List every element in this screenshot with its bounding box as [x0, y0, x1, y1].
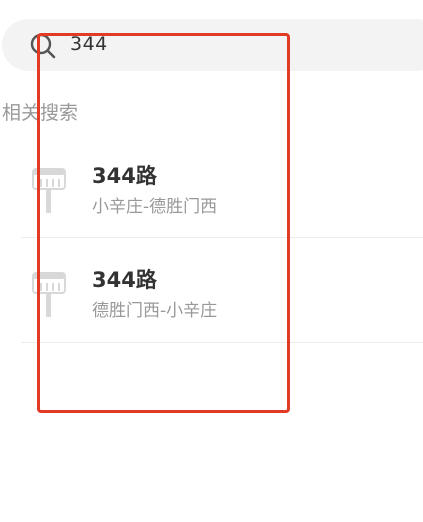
bus-stop-icon	[32, 272, 66, 317]
item-subtitle: 德胜门西-小辛庄	[92, 301, 218, 321]
bus-stop-icon	[32, 168, 66, 213]
item-subtitle: 小辛庄-德胜门西	[92, 197, 218, 217]
divider	[21, 342, 423, 343]
item-title: 344路	[92, 268, 157, 292]
section-title: 相关搜索	[2, 102, 79, 124]
item-title: 344路	[92, 164, 157, 188]
search-icon	[30, 33, 56, 59]
list-item[interactable]: 344路 德胜门西-小辛庄	[0, 238, 423, 342]
list-item[interactable]: 344路 小辛庄-德胜门西	[0, 134, 423, 238]
search-bar[interactable]	[2, 19, 423, 71]
search-input[interactable]: 344	[70, 33, 108, 55]
